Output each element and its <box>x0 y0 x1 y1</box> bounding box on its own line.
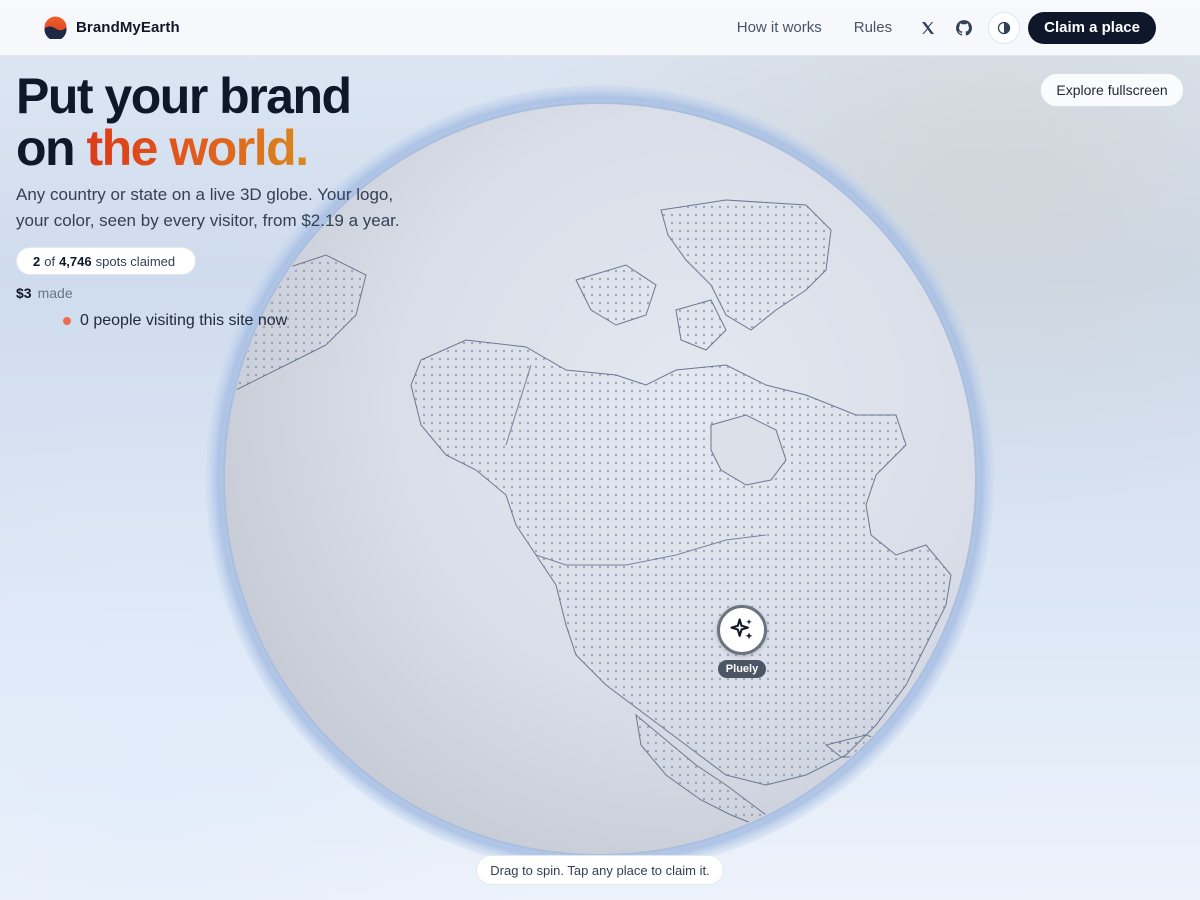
brand[interactable]: BrandMyEarth <box>44 16 180 39</box>
revenue-amount: $3 <box>16 285 32 301</box>
brand-logo-icon <box>44 16 67 39</box>
contrast-icon <box>997 21 1011 34</box>
hero-title-line1: Put your brand <box>16 68 352 124</box>
claim-a-place-button[interactable]: Claim a place <box>1028 11 1156 44</box>
x-logo-icon[interactable] <box>914 14 942 42</box>
claimed-of: of <box>44 253 56 269</box>
claimed-count: 2 <box>33 253 41 269</box>
live-dot-icon <box>63 317 71 325</box>
theme-toggle-button[interactable] <box>988 11 1021 44</box>
hero-subtitle: Any country or state on a live 3D globe.… <box>16 185 400 230</box>
claimed-suffix: spots claimed <box>95 253 176 269</box>
github-icon[interactable] <box>950 14 978 42</box>
hero: Put your brand on the world. Any country… <box>16 70 436 330</box>
nav-rules[interactable]: Rules <box>854 19 892 36</box>
explore-fullscreen-button[interactable]: Explore fullscreen <box>1040 73 1184 107</box>
marker-label: Pluely <box>717 660 767 678</box>
live-visitors: 0 people visiting this site now <box>63 312 436 330</box>
revenue-suffix: made <box>37 285 73 301</box>
main-nav: How it works Rules Claim a place <box>737 11 1156 44</box>
hero-title-on: on <box>16 120 87 176</box>
total-spots: 4,746 <box>59 253 92 269</box>
globe-hint: Drag to spin. Tap any place to claim it. <box>476 855 724 885</box>
hero-title-accent: the world. <box>86 120 309 176</box>
hero-title: Put your brand on the world. <box>16 70 436 174</box>
spots-claimed-badge: 2 of 4,746 spots claimed <box>16 247 197 275</box>
top-navigation: BrandMyEarth How it works Rules Claim a … <box>0 0 1200 56</box>
brand-name: BrandMyEarth <box>76 19 180 36</box>
nav-how-it-works[interactable]: How it works <box>737 19 822 36</box>
marker-logo[interactable] <box>717 605 767 655</box>
brand-marker[interactable]: Pluely <box>716 605 768 678</box>
visitors-text: 0 people visiting this site now <box>80 312 288 329</box>
revenue-made: $3 made <box>16 285 436 301</box>
sparkles-icon <box>730 618 753 640</box>
